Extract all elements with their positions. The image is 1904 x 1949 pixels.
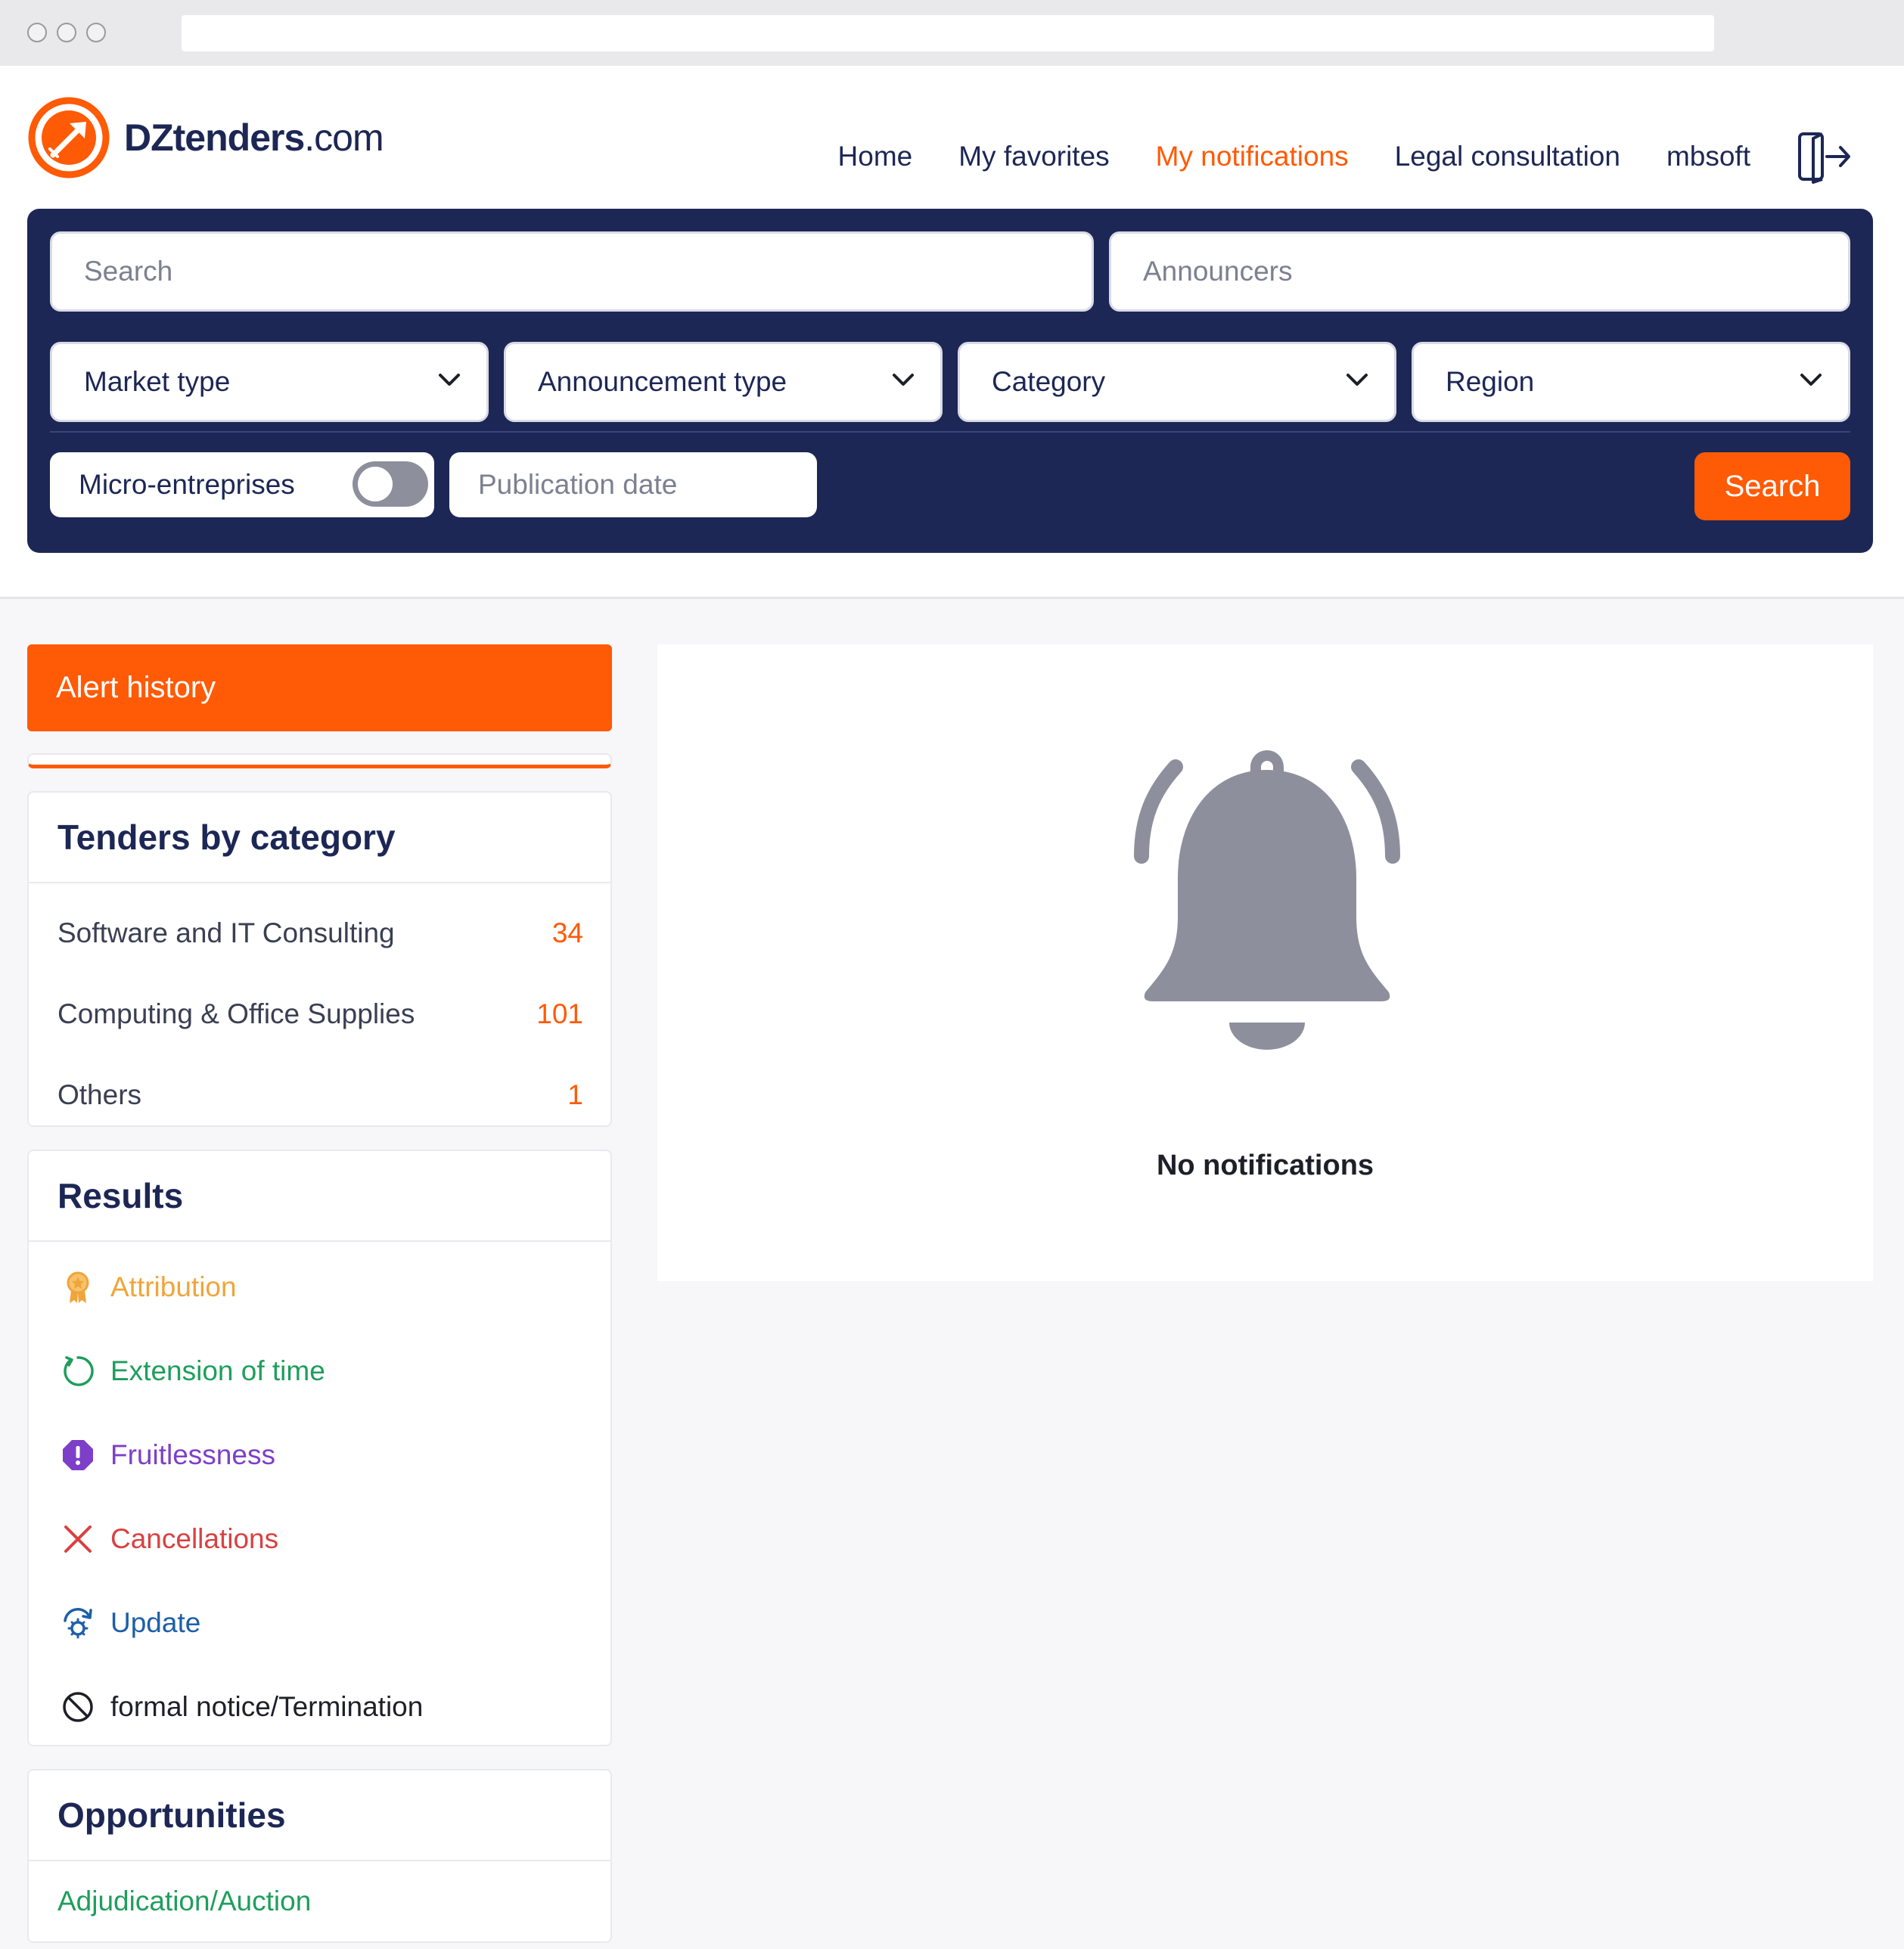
bell-icon: [1134, 750, 1400, 1050]
browser-chrome: [0, 0, 1904, 66]
category-item[interactable]: Computing & Office Supplies 101: [29, 973, 610, 1054]
update-icon: [64, 1607, 92, 1638]
window-maximize-dot[interactable]: [86, 23, 106, 42]
chevron-down-icon: [1800, 374, 1822, 386]
opportunities-card: Opportunities Adjudication/Auction: [27, 1769, 612, 1943]
result-item-attribution[interactable]: Attribution: [29, 1245, 610, 1329]
announcement-type-select[interactable]: Announcement type: [504, 342, 943, 422]
category-item-label: Others: [57, 1078, 142, 1110]
opportunity-item[interactable]: Adjudication/Auction: [29, 1861, 610, 1941]
opportunity-item-label: Adjudication/Auction: [57, 1885, 312, 1916]
region-label: Region: [1446, 366, 1535, 397]
nav-legal-consultation[interactable]: Legal consultation: [1395, 141, 1620, 172]
micro-entreprises-label: Micro-entreprises: [79, 469, 295, 500]
announcers-input[interactable]: Announcers: [1109, 231, 1850, 312]
category-item-label: Computing & Office Supplies: [57, 998, 415, 1029]
panel-divider: [50, 431, 1850, 433]
market-type-label: Market type: [84, 366, 231, 397]
category-item-count: 34: [551, 917, 583, 948]
result-item-label: Fruitlessness: [110, 1438, 275, 1470]
close-icon: [64, 1525, 92, 1553]
logout-icon[interactable]: [1797, 129, 1851, 184]
market-type-select[interactable]: Market type: [50, 342, 489, 422]
card-title: Tenders by category: [29, 793, 610, 883]
award-icon: [67, 1271, 89, 1303]
chevron-down-icon: [1346, 374, 1368, 386]
alert-history-divider: [27, 753, 612, 768]
alert-octagon-icon: [63, 1439, 93, 1470]
category-label: Category: [992, 366, 1106, 397]
logo-icon: [28, 97, 110, 178]
card-title: Results: [29, 1151, 610, 1242]
category-item[interactable]: Software and IT Consulting 34: [29, 892, 610, 973]
logo-wordmark: DZtenders.com: [124, 116, 384, 159]
result-item-label: Extension of time: [110, 1355, 325, 1386]
address-bar[interactable]: [182, 15, 1714, 51]
result-item-cancellations[interactable]: Cancellations: [29, 1497, 610, 1581]
chevron-down-icon: [893, 374, 914, 386]
category-item-count: 1: [567, 1078, 583, 1110]
window-close-dot[interactable]: [27, 23, 47, 42]
tenders-by-category-card: Tenders by category Software and IT Cons…: [27, 791, 612, 1127]
category-select[interactable]: Category: [958, 342, 1396, 422]
result-item-update[interactable]: Update: [29, 1581, 610, 1665]
notifications-panel: No notifications: [657, 644, 1873, 1281]
empty-state-message: No notifications: [1156, 1150, 1374, 1181]
category-item[interactable]: Others 1: [29, 1054, 610, 1135]
search-panel: Search Announcers Market type Announceme…: [27, 209, 1873, 553]
nav-notifications[interactable]: My notifications: [1156, 141, 1349, 172]
main-nav: Home My favorites My notifications Legal…: [838, 126, 1904, 187]
refresh-icon: [64, 1355, 94, 1386]
result-item-label: Cancellations: [110, 1522, 279, 1554]
nav-home[interactable]: Home: [838, 141, 913, 172]
result-item-formal-notice[interactable]: formal notice/Termination: [29, 1665, 610, 1749]
result-item-fruitlessness[interactable]: Fruitlessness: [29, 1413, 610, 1497]
category-item-label: Software and IT Consulting: [57, 917, 395, 948]
site-header: DZtenders.com Home My favorites My notif…: [0, 66, 1904, 599]
chevron-down-icon: [439, 374, 460, 386]
category-item-count: 101: [536, 998, 583, 1029]
results-card: Results Attribution Extension of time Fr: [27, 1150, 612, 1746]
search-input[interactable]: Search: [50, 231, 1094, 312]
result-item-label: Update: [110, 1606, 201, 1638]
search-button[interactable]: Search: [1694, 452, 1850, 520]
ban-icon: [63, 1691, 93, 1722]
alert-history-button[interactable]: Alert history: [27, 644, 612, 731]
window-minimize-dot[interactable]: [57, 23, 76, 42]
card-title: Opportunities: [29, 1771, 610, 1861]
announcement-type-label: Announcement type: [538, 366, 787, 397]
result-item-extension[interactable]: Extension of time: [29, 1329, 610, 1413]
nav-favorites[interactable]: My favorites: [958, 141, 1109, 172]
micro-entreprises-filter: Micro-entreprises: [50, 452, 434, 517]
result-item-label: formal notice/Termination: [110, 1690, 424, 1722]
micro-entreprises-toggle[interactable]: [353, 461, 428, 507]
publication-date-input[interactable]: Publication date: [449, 452, 817, 517]
nav-user-account[interactable]: mbsoft: [1666, 141, 1750, 172]
result-item-label: Attribution: [110, 1271, 237, 1302]
site-logo[interactable]: DZtenders.com: [27, 96, 384, 179]
region-select[interactable]: Region: [1412, 342, 1850, 422]
